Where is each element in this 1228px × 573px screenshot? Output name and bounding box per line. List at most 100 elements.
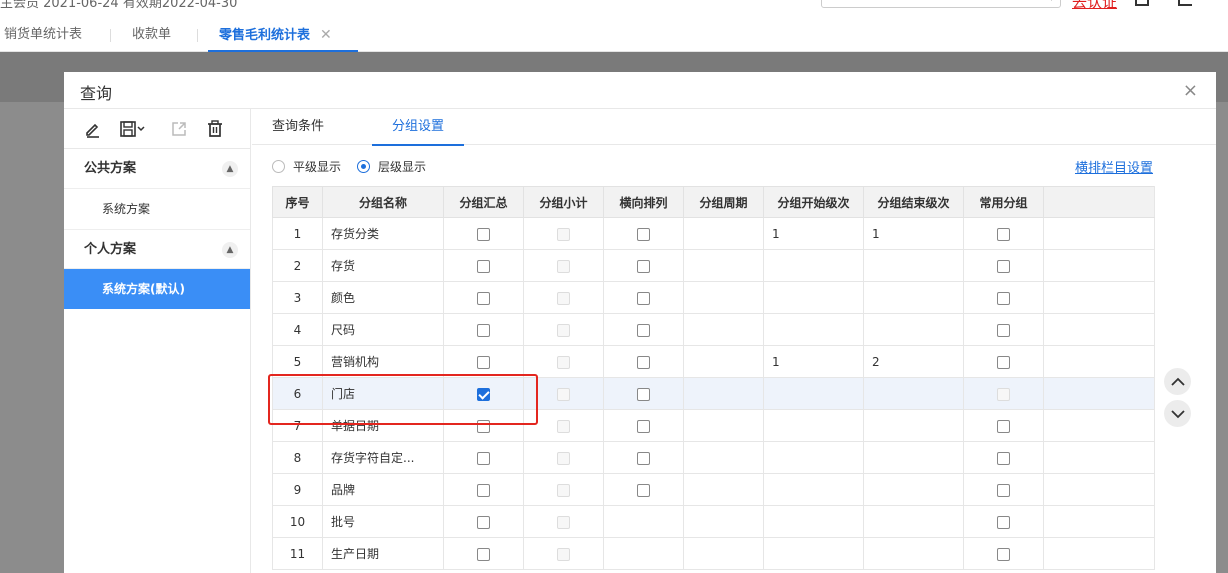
edit-icon[interactable] [82, 118, 104, 140]
table-cell[interactable]: 6 [272, 377, 323, 410]
table-cell[interactable]: 1 [272, 217, 323, 250]
checkbox[interactable] [637, 323, 650, 337]
checkbox[interactable] [637, 355, 650, 369]
checkbox[interactable] [997, 355, 1010, 369]
checkbox[interactable] [477, 419, 490, 433]
table-cell[interactable]: 尺码 [322, 313, 444, 346]
table-cell[interactable] [683, 505, 764, 538]
table-cell[interactable]: 9 [272, 473, 323, 506]
auth-link[interactable]: 去认证 [1072, 0, 1117, 12]
checkbox[interactable] [997, 515, 1010, 529]
table-cell[interactable] [863, 377, 964, 410]
personal-scheme-group[interactable]: 个人方案 ▲ [64, 229, 250, 269]
checkbox[interactable] [637, 451, 650, 465]
save-icon[interactable] [118, 118, 148, 140]
table-cell[interactable] [863, 409, 964, 442]
checkbox[interactable] [637, 227, 650, 241]
checkbox[interactable] [997, 323, 1010, 337]
checkbox[interactable] [637, 419, 650, 433]
table-cell[interactable]: 8 [272, 441, 323, 474]
table-cell[interactable] [763, 473, 864, 506]
table-cell[interactable]: 颜色 [322, 281, 444, 314]
table-cell[interactable]: 3 [272, 281, 323, 314]
checkbox[interactable] [477, 323, 490, 337]
tab-retail-gross-profit[interactable]: 零售毛利统计表 ✕ [208, 18, 358, 52]
table-row[interactable]: 8 存货字符自定... [272, 441, 1155, 474]
checkbox[interactable] [477, 387, 490, 401]
checkbox[interactable] [997, 483, 1010, 497]
tab-query-conditions[interactable]: 查询条件 [272, 109, 324, 145]
search-input[interactable]: ▾ [821, 0, 1061, 8]
table-cell[interactable] [683, 281, 764, 314]
scheme-item-system[interactable]: 系统方案 [64, 189, 250, 229]
checkbox[interactable] [477, 547, 490, 561]
table-cell[interactable] [763, 505, 864, 538]
table-cell[interactable] [863, 281, 964, 314]
checkbox[interactable] [477, 483, 490, 497]
checkbox[interactable] [477, 515, 490, 529]
table-row[interactable]: 2 存货 [272, 249, 1155, 282]
checkbox[interactable] [997, 259, 1010, 273]
table-cell[interactable] [863, 473, 964, 506]
table-cell[interactable]: 批号 [322, 505, 444, 538]
checkbox[interactable] [477, 355, 490, 369]
table-cell[interactable]: 门店 [322, 377, 444, 410]
table-cell[interactable] [683, 473, 764, 506]
checkbox[interactable] [637, 483, 650, 497]
checkbox[interactable] [997, 419, 1010, 433]
checkbox[interactable] [477, 227, 490, 241]
delete-icon[interactable] [204, 118, 226, 140]
close-icon[interactable]: ✕ [320, 27, 332, 43]
checkbox[interactable] [997, 227, 1010, 241]
table-cell[interactable]: 品牌 [322, 473, 444, 506]
checkbox[interactable] [997, 291, 1010, 305]
table-cell[interactable] [683, 537, 764, 570]
table-cell[interactable]: 生产日期 [322, 537, 444, 570]
radio-level[interactable]: 层级显示 [357, 158, 426, 175]
table-cell[interactable]: 存货分类 [322, 217, 444, 250]
table-cell[interactable]: 4 [272, 313, 323, 346]
chevron-up-icon[interactable]: ▲ [222, 161, 238, 177]
scheme-item-system-default[interactable]: 系统方案(默认) [64, 269, 250, 309]
table-cell[interactable] [763, 537, 864, 570]
table-cell[interactable]: 5 [272, 345, 323, 378]
table-cell[interactable] [863, 537, 964, 570]
table-cell[interactable] [763, 281, 864, 314]
table-row[interactable]: 4 尺码 [272, 313, 1155, 346]
public-scheme-group[interactable]: 公共方案 ▲ [64, 149, 250, 189]
table-cell[interactable]: 1 [763, 217, 864, 250]
table-cell[interactable] [683, 409, 764, 442]
tab-receipts[interactable]: 收款单 [132, 18, 171, 52]
table-cell[interactable] [683, 313, 764, 346]
table-cell[interactable]: 单据日期 [322, 409, 444, 442]
table-cell[interactable] [683, 441, 764, 474]
table-row[interactable]: 1 存货分类 1 1 [272, 217, 1155, 250]
radio-flat[interactable]: 平级显示 [272, 158, 341, 175]
table-cell[interactable] [763, 377, 864, 410]
table-cell[interactable] [763, 249, 864, 282]
table-row[interactable]: 6 门店 [272, 377, 1155, 410]
table-cell[interactable]: 10 [272, 505, 323, 538]
table-cell[interactable]: 存货字符自定... [322, 441, 444, 474]
table-row[interactable]: 5 营销机构 1 2 [272, 345, 1155, 378]
table-cell[interactable]: 7 [272, 409, 323, 442]
column-settings-link[interactable]: 横排栏目设置 [1075, 157, 1153, 176]
table-cell[interactable]: 11 [272, 537, 323, 570]
table-row[interactable]: 3 颜色 [272, 281, 1155, 314]
menu-icon[interactable] [1178, 0, 1192, 6]
tab-sales-stats[interactable]: 销货单统计表 [4, 18, 82, 52]
table-cell[interactable]: 2 [863, 345, 964, 378]
table-cell[interactable] [763, 409, 864, 442]
table-cell[interactable] [863, 441, 964, 474]
checkbox[interactable] [997, 451, 1010, 465]
table-cell[interactable]: 1 [763, 345, 864, 378]
chevron-up-icon[interactable]: ▲ [222, 242, 238, 258]
close-icon[interactable]: × [1183, 80, 1198, 101]
move-up-button[interactable] [1164, 368, 1191, 395]
table-cell[interactable] [683, 345, 764, 378]
export-icon[interactable] [168, 118, 190, 140]
table-cell[interactable] [863, 249, 964, 282]
table-cell[interactable]: 1 [863, 217, 964, 250]
checkbox[interactable] [637, 259, 650, 273]
table-cell[interactable]: 2 [272, 249, 323, 282]
